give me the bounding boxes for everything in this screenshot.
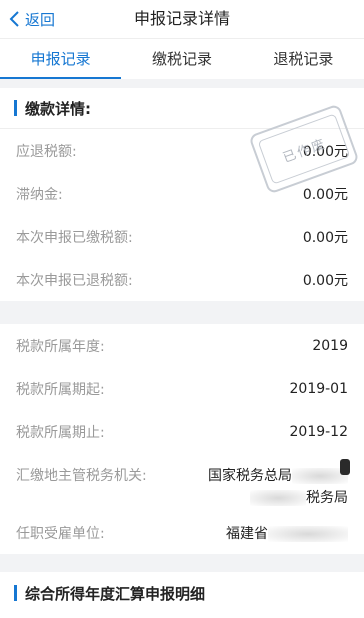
detail-section-title: 综合所得年度汇算申报明细 — [25, 584, 206, 603]
refunded-tax-value: 0.00元 — [302, 272, 348, 289]
period-end-label: 税款所属期止: — [16, 424, 105, 441]
period-end-row: 税款所属期止: 2019-12 — [0, 410, 364, 453]
employer-name: 福建省 — [226, 525, 268, 542]
tax-authority-line2: 税务局 — [306, 490, 348, 506]
period-start-row: 税款所属期起: 2019-01 — [0, 367, 364, 410]
employer-label: 任职受雇单位: — [16, 525, 105, 542]
refunded-tax-label: 本次申报已退税额: — [16, 272, 133, 289]
tab-payment-records[interactable]: 缴税记录 — [121, 39, 242, 79]
period-start-value: 2019-01 — [289, 380, 349, 397]
late-fee-label: 滞纳金: — [16, 186, 63, 203]
tax-authority-value: 国家税务总局 税务局 — [208, 465, 348, 509]
paid-tax-label: 本次申报已缴税额: — [16, 229, 133, 246]
redacted-blur — [250, 490, 306, 506]
late-fee-value: 0.00元 — [302, 186, 348, 203]
section-accent-bar — [14, 100, 17, 116]
tax-authority-line1: 国家税务总局 — [208, 468, 292, 484]
tab-refund-records[interactable]: 退税记录 — [243, 39, 364, 79]
tax-authority-label: 汇缴地主管税务机关: — [16, 468, 147, 484]
period-end-value: 2019-12 — [289, 423, 349, 440]
payment-section-header: 缴款详情: — [0, 88, 364, 129]
tab-declaration-records[interactable]: 申报记录 — [0, 39, 122, 79]
tax-year-row: 税款所属年度: 2019 — [0, 324, 364, 367]
page-title: 申报记录详情 — [133, 9, 230, 28]
payment-details-card: 缴款详情: 应退税额: 0.00元 滞纳金: 0.00元 本次申报已缴税额: 0… — [0, 88, 364, 301]
employer-row: 任职受雇单位: 福建省 — [0, 511, 364, 554]
refund-due-row: 应退税额: 0.00元 — [0, 129, 364, 172]
section-accent-bar — [14, 585, 17, 601]
tax-year-label: 税款所属年度: — [16, 338, 105, 355]
redacted-mark — [340, 459, 350, 475]
detail-section-header: 综合所得年度汇算申报明细 — [0, 572, 364, 614]
tab-bar: 申报记录 缴税记录 退税记录 — [0, 38, 364, 79]
tax-authority-row: 汇缴地主管税务机关: 国家税务总局 税务局 — [0, 453, 364, 511]
payment-section-title: 缴款详情: — [25, 99, 91, 118]
nav-bar: 返回 申报记录详情 — [0, 0, 364, 38]
refunded-tax-row: 本次申报已退税额: 0.00元 — [0, 258, 364, 301]
late-fee-row: 滞纳金: 0.00元 — [0, 172, 364, 215]
paid-tax-value: 0.00元 — [302, 229, 348, 246]
refund-due-value: 0.00元 — [302, 143, 348, 160]
detail-card[interactable]: 综合所得年度汇算申报明细 — [0, 572, 364, 618]
tax-year-value: 2019 — [312, 337, 348, 354]
tax-period-card: 税款所属年度: 2019 税款所属期起: 2019-01 税款所属期止: 201… — [0, 324, 364, 554]
employer-value: 福建省 — [226, 523, 348, 543]
redacted-blur — [268, 525, 348, 542]
paid-tax-row: 本次申报已缴税额: 0.00元 — [0, 215, 364, 258]
period-start-label: 税款所属期起: — [16, 381, 105, 398]
refund-due-label: 应退税额: — [16, 143, 77, 160]
